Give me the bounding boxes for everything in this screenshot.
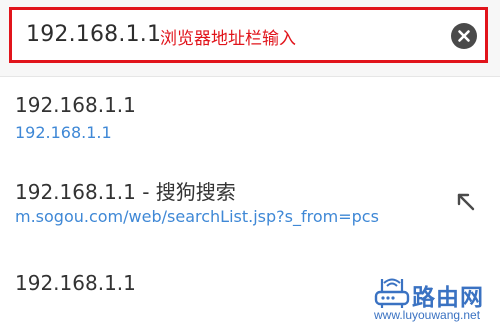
- address-bar-area: 192.168.1.1 浏览器地址栏输入: [0, 0, 500, 77]
- suggestion-item[interactable]: 192.168.1.1 192.168.1.1: [0, 78, 500, 150]
- arrow-up-left-icon[interactable]: [454, 190, 478, 214]
- browser-page: 192.168.1.1 浏览器地址栏输入 192.168.1.1 192.168…: [0, 0, 500, 333]
- watermark-title: 路由网: [412, 285, 484, 311]
- clear-icon[interactable]: [451, 23, 477, 49]
- watermark-logo: 路由网 www.luyouwang.net: [372, 272, 498, 332]
- address-input-value[interactable]: 192.168.1.1: [26, 22, 161, 47]
- suggestion-title: 192.168.1.1: [15, 93, 136, 117]
- address-annotation: 浏览器地址栏输入: [160, 29, 296, 49]
- suggestion-title: 192.168.1.1 - 搜狗搜索: [15, 180, 236, 204]
- router-icon: [374, 278, 410, 308]
- suggestion-title: 192.168.1.1: [15, 271, 136, 295]
- watermark-url: www.luyouwang.net: [374, 308, 481, 322]
- suggestion-url: m.sogou.com/web/searchList.jsp?s_from=pc…: [15, 207, 379, 226]
- address-bar[interactable]: 192.168.1.1 浏览器地址栏输入: [9, 7, 488, 63]
- suggestion-url: 192.168.1.1: [15, 123, 112, 142]
- suggestion-item[interactable]: 192.168.1.1 - 搜狗搜索 m.sogou.com/web/searc…: [0, 160, 500, 240]
